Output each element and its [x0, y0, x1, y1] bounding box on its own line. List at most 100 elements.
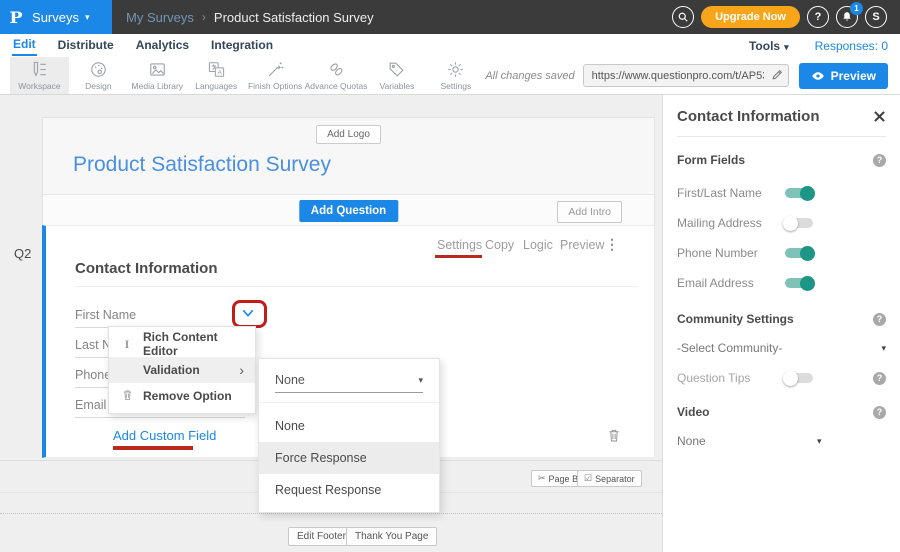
close-panel-button[interactable] — [873, 110, 886, 123]
validation-selected-value: None — [275, 373, 305, 387]
edit-url-button[interactable] — [771, 68, 784, 86]
tab-integration[interactable]: Integration — [210, 36, 274, 55]
save-status: All changes saved — [485, 70, 574, 82]
editor-toolbar: Workspace Design Media Library A Languag… — [0, 57, 900, 95]
validation-option-force-response[interactable]: Force Response — [259, 442, 439, 474]
menu-item-label: Validation — [143, 363, 200, 377]
question-number: Q2 — [14, 246, 31, 261]
add-custom-field-link[interactable]: Add Custom Field — [113, 428, 216, 443]
topbar-actions: Upgrade Now ? 1 S — [672, 6, 900, 28]
help-icon[interactable]: ? — [873, 406, 886, 419]
community-select[interactable]: -Select Community- ▾ — [677, 341, 886, 355]
question-action-copy[interactable]: Copy — [485, 238, 514, 252]
toolbar-label: Languages — [195, 81, 237, 91]
tab-edit[interactable]: Edit — [12, 35, 37, 56]
breadcrumb-current-survey: Product Satisfaction Survey — [214, 10, 374, 25]
tools-dropdown[interactable]: Tools▾ — [749, 39, 789, 53]
breadcrumb-my-surveys[interactable]: My Surveys — [126, 10, 194, 25]
field-context-menu: I Rich Content Editor Validation › Remov… — [108, 326, 256, 414]
trash-icon — [120, 389, 134, 404]
question-action-preview[interactable]: Preview — [560, 238, 604, 252]
panel-divider — [677, 136, 886, 137]
help-icon[interactable]: ? — [873, 313, 886, 326]
preview-button[interactable]: Preview — [799, 63, 888, 89]
field-first-name[interactable]: First Name — [75, 308, 136, 322]
menu-item-remove-option[interactable]: Remove Option — [109, 383, 255, 409]
toolbar-item-advance-quotas[interactable]: Advance Quotas — [305, 57, 368, 94]
panel-header: Contact Information — [677, 95, 886, 125]
toggle-label: Question Tips — [677, 371, 785, 385]
toggle-knob — [800, 276, 815, 291]
tab-distribute[interactable]: Distribute — [57, 36, 115, 55]
notification-badge: 1 — [850, 2, 863, 15]
question-action-logic[interactable]: Logic — [523, 238, 553, 252]
account-avatar[interactable]: S — [865, 6, 887, 28]
toggle-row-email-address: Email Address — [677, 276, 886, 290]
rich-text-icon: I — [120, 337, 134, 352]
toolbar-label: Workspace — [18, 81, 60, 91]
design-icon — [89, 60, 108, 79]
add-intro-button[interactable]: Add Intro — [557, 201, 622, 223]
toggle-row-first-last-name: First/Last Name — [677, 186, 886, 200]
question-action-settings[interactable]: Settings — [437, 238, 482, 252]
mailing-address-toggle[interactable] — [785, 218, 813, 228]
caret-down-icon: ▾ — [817, 436, 822, 447]
toolbar-item-variables[interactable]: Variables — [367, 57, 426, 94]
more-options-icon[interactable]: ⋮ — [605, 236, 619, 253]
menu-item-label: Rich Content Editor — [143, 330, 244, 358]
survey-url-input[interactable] — [583, 64, 789, 87]
video-select[interactable]: None ▾ — [677, 434, 886, 448]
toolbar-item-design[interactable]: Design — [69, 57, 128, 94]
validation-option-none[interactable]: None — [259, 410, 439, 442]
panel-title: Contact Information — [677, 108, 820, 125]
toolbar-item-workspace[interactable]: Workspace — [10, 57, 69, 94]
settings-icon — [446, 60, 465, 79]
question-settings-panel: Contact Information Form Fields ? First/… — [662, 95, 900, 552]
phone-number-toggle[interactable] — [785, 248, 813, 258]
validation-option-request-response[interactable]: Request Response — [259, 474, 439, 506]
annotation-add-custom-field-underline — [113, 446, 193, 450]
menu-item-label: Remove Option — [143, 389, 232, 403]
email-address-toggle[interactable] — [785, 278, 813, 288]
edit-footer-button[interactable]: Edit Footer — [288, 527, 355, 546]
community-select-value: -Select Community- — [677, 341, 782, 355]
toggle-knob — [800, 186, 815, 201]
menu-item-rich-content-editor[interactable]: I Rich Content Editor — [109, 331, 255, 357]
form-fields-heading-row: Form Fields ? — [677, 153, 886, 167]
search-button[interactable] — [672, 6, 694, 28]
toolbar-label: Variables — [380, 81, 415, 91]
questionpro-logo-icon: P — [9, 8, 22, 27]
toolbar-item-settings[interactable]: Settings — [426, 57, 485, 94]
tab-analytics[interactable]: Analytics — [135, 36, 190, 55]
add-question-button[interactable]: Add Question — [299, 200, 398, 222]
toggle-label: Phone Number — [677, 246, 785, 260]
toggle-row-phone-number: Phone Number — [677, 246, 886, 260]
breadcrumb: My Surveys › Product Satisfaction Survey — [126, 10, 374, 25]
product-menu[interactable]: P Surveys ▾ — [0, 0, 112, 34]
thank-you-page-button[interactable]: Thank You Page — [346, 527, 437, 546]
search-icon — [677, 11, 689, 23]
product-menu-label: Surveys — [32, 10, 79, 25]
notifications-button[interactable]: 1 — [836, 6, 858, 28]
help-icon[interactable]: ? — [873, 372, 886, 385]
question-title[interactable]: Contact Information — [75, 260, 218, 277]
first-last-name-toggle[interactable] — [785, 188, 813, 198]
top-bar: P Surveys ▾ My Surveys › Product Satisfa… — [0, 0, 900, 34]
add-logo-button[interactable]: Add Logo — [316, 125, 381, 144]
question-tips-toggle[interactable] — [785, 373, 813, 383]
toggle-knob — [783, 216, 798, 231]
survey-title[interactable]: Product Satisfaction Survey — [43, 144, 654, 194]
community-settings-heading: Community Settings — [677, 312, 794, 326]
page-dotted-divider — [0, 513, 662, 514]
toolbar-item-languages[interactable]: A Languages — [187, 57, 246, 94]
caret-down-icon: ▾ — [85, 12, 90, 23]
delete-question-button[interactable] — [607, 428, 621, 448]
toolbar-item-finish-options[interactable]: Finish Options — [246, 57, 305, 94]
toolbar-item-media-library[interactable]: Media Library — [128, 57, 187, 94]
menu-item-validation[interactable]: Validation › — [109, 357, 255, 383]
upgrade-now-button[interactable]: Upgrade Now — [701, 6, 800, 28]
help-button[interactable]: ? — [807, 6, 829, 28]
separator-button[interactable]: ☑ Separator — [577, 470, 642, 487]
help-icon[interactable]: ? — [873, 154, 886, 167]
validation-select[interactable]: None ▾ — [275, 373, 423, 393]
